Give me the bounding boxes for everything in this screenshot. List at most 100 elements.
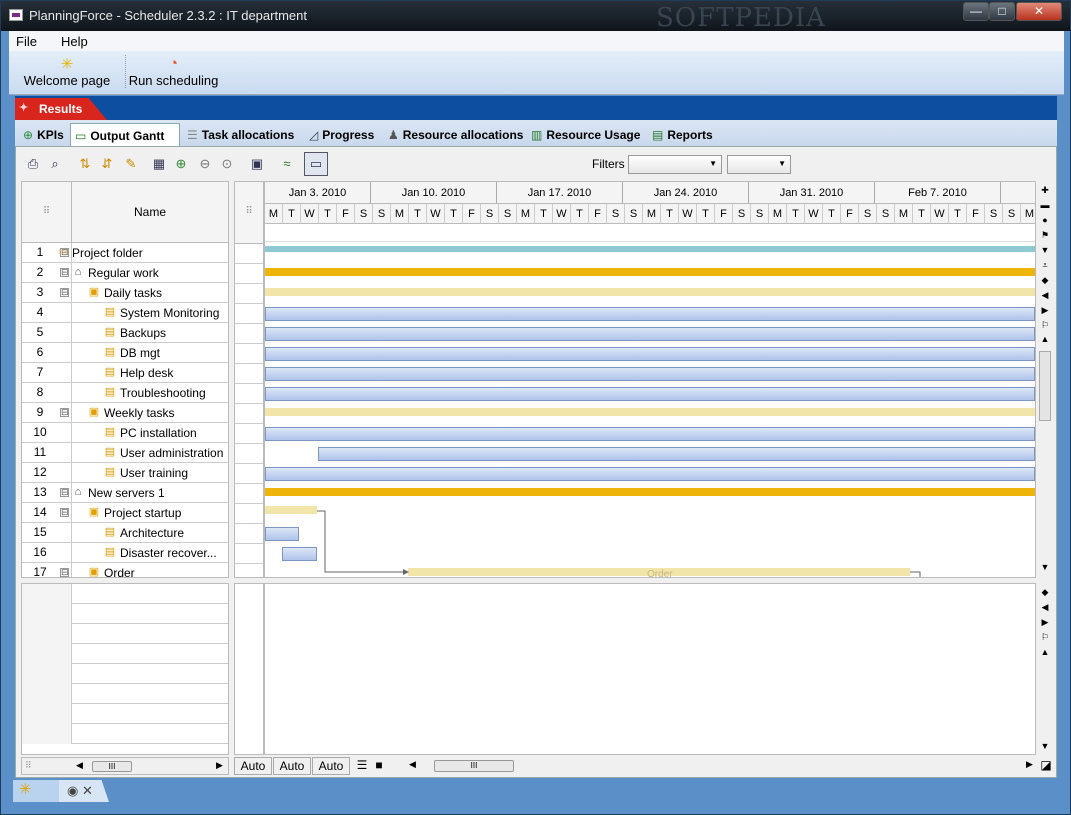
zoom-plus-icon[interactable]: ✚ xyxy=(1039,184,1051,196)
table-row[interactable]: 16 ▤ Disaster recover... xyxy=(22,543,228,563)
arrow-left-icon[interactable]: ◀ xyxy=(1039,601,1051,613)
maximize-button[interactable]: □ xyxy=(989,2,1015,21)
wand-icon[interactable]: ✎ xyxy=(122,155,140,173)
zoom-in-icon[interactable]: ⊕ xyxy=(172,155,190,173)
dot-icon[interactable]: ● xyxy=(1039,214,1051,226)
close-tab-icon[interactable]: ✕ xyxy=(82,783,93,798)
gantt-bar[interactable] xyxy=(265,246,1035,252)
scroll-up-icon[interactable]: ▲ xyxy=(1039,333,1051,345)
table-row[interactable]: 1 ⊟ ▭ Project folder xyxy=(22,243,228,263)
tab-output-gantt[interactable]: ▭ Output Gantt xyxy=(70,123,180,146)
gantt-bar[interactable] xyxy=(265,506,317,514)
filter-select-2[interactable] xyxy=(727,155,791,174)
table-row[interactable]: 17 ⊟ ▣ Order xyxy=(22,563,228,577)
gantt-bar[interactable] xyxy=(265,488,1035,496)
gantt-bar[interactable] xyxy=(265,427,1035,441)
tab-reports[interactable]: ▤ Reports xyxy=(652,123,713,146)
print-preview-icon[interactable]: ⌕ xyxy=(46,155,64,173)
gantt-view-icon[interactable]: ▭ xyxy=(304,152,328,176)
welcome-tab-icon[interactable]: ✳ xyxy=(13,780,59,802)
gantt-bar[interactable] xyxy=(318,447,1035,461)
table-row[interactable]: 6 ▤ DB mgt xyxy=(22,343,228,363)
scroll-both-icon[interactable]: ◆ xyxy=(1039,274,1051,286)
filter-select-1[interactable] xyxy=(628,155,722,174)
table-row[interactable]: 12 ▤ User training xyxy=(22,463,228,483)
welcome-page-button[interactable]: ✳ Welcome page xyxy=(21,55,113,88)
table-row[interactable]: 9 ⊟ ▣ Weekly tasks xyxy=(22,403,228,423)
collapse-toggle-icon[interactable]: ⊟ xyxy=(60,268,69,277)
sort-desc-icon[interactable]: ⇵ xyxy=(98,155,116,173)
link-icon[interactable]: ≈ xyxy=(278,155,296,173)
tab-resource-usage[interactable]: ▥ Resource Usage xyxy=(531,123,640,146)
menu-help[interactable]: Help xyxy=(61,34,88,49)
collapse-toggle-icon[interactable]: ⊟ xyxy=(60,488,69,497)
gantt-bar[interactable] xyxy=(265,307,1035,321)
bottom-chart[interactable] xyxy=(264,583,1036,755)
gantt-bar[interactable] xyxy=(282,547,317,561)
scroll-down-icon[interactable]: ▼ xyxy=(1039,561,1051,573)
tab-resource-allocations[interactable]: ♟ Resource allocations xyxy=(388,123,523,146)
bookmark-icon[interactable]: ⚐ xyxy=(1039,319,1051,331)
document-tab[interactable]: ◉ ✕ xyxy=(59,780,109,802)
collapse-toggle-icon[interactable]: ⊟ xyxy=(60,288,69,297)
gantt-bar[interactable] xyxy=(265,268,1035,276)
stop-icon[interactable]: ■ xyxy=(371,757,387,775)
scroll-up-icon[interactable]: ▲ xyxy=(1039,646,1051,658)
export-image-icon[interactable]: ▣ xyxy=(248,155,266,173)
gantt-bar[interactable] xyxy=(265,367,1035,381)
table-row[interactable]: 8 ▤ Troubleshooting xyxy=(22,383,228,403)
grip-icon[interactable]: ⠿ xyxy=(22,182,72,242)
table-row[interactable]: 3 ⊟ ▣ Daily tasks xyxy=(22,283,228,303)
grip-icon[interactable]: ⠿ xyxy=(235,182,263,244)
menu-file[interactable]: File xyxy=(16,34,37,49)
table-row[interactable]: 10 ▤ PC installation xyxy=(22,423,228,443)
arrow-right-icon[interactable]: ▶ xyxy=(1039,304,1051,316)
table-row[interactable]: 13 ⊟ ⌂ New servers 1 xyxy=(22,483,228,503)
chart-horizontal-scrollbar[interactable]: ◀ III ▶ xyxy=(406,757,1051,775)
scroll-left-icon[interactable]: ◀ xyxy=(409,759,416,770)
gantt-bar[interactable] xyxy=(265,527,299,541)
table-row[interactable]: 2 ⊟ ⌂ Regular work xyxy=(22,263,228,283)
minimize-button[interactable]: — xyxy=(963,2,989,21)
name-column-header[interactable]: Name xyxy=(72,182,228,242)
run-scheduling-button[interactable]: ◔ Run scheduling xyxy=(125,55,221,88)
arrow-left-icon[interactable]: ◀ xyxy=(1039,289,1051,301)
gantt-chart[interactable]: Jan 3. 2010 Jan 10. 2010 Jan 17. 2010 Jan 2… xyxy=(264,181,1036,578)
flag-icon[interactable]: ⚑ xyxy=(1039,229,1051,241)
gantt-bar[interactable] xyxy=(265,387,1035,401)
gantt-bar[interactable] xyxy=(265,347,1035,361)
gantt-bar[interactable] xyxy=(265,408,1035,416)
print-icon[interactable]: ⎙ xyxy=(24,155,42,173)
tab-kpis[interactable]: ⊕ KPIs xyxy=(23,123,64,146)
gantt-bar[interactable] xyxy=(265,467,1035,481)
table-row[interactable]: 14 ⊟ ▣ Project startup xyxy=(22,503,228,523)
scroll-thumb[interactable]: III xyxy=(434,760,514,772)
gantt-bar[interactable] xyxy=(265,327,1035,341)
zoom-minus-icon[interactable]: ▬ xyxy=(1039,199,1051,211)
table-row[interactable]: 11 ▤ User administration xyxy=(22,443,228,463)
gantt-bar[interactable] xyxy=(265,288,1035,296)
table-row[interactable]: 5 ▤ Backups xyxy=(22,323,228,343)
vertical-scroll-thumb[interactable] xyxy=(1039,351,1051,421)
zoom-fit-icon[interactable]: ⊙ xyxy=(218,155,236,173)
scroll-left-icon[interactable]: ◀ xyxy=(76,760,83,771)
filter-icon[interactable]: ▼ xyxy=(1039,244,1051,256)
collapse-toggle-icon[interactable]: ⊟ xyxy=(60,508,69,517)
table-row[interactable]: 4 ▤ System Monitoring xyxy=(22,303,228,323)
sort-asc-icon[interactable]: ⇅ xyxy=(76,155,94,173)
zoom-out-icon[interactable]: ⊖ xyxy=(196,155,214,173)
scroll-both-icon[interactable]: ◆ xyxy=(1039,586,1051,598)
list-view-icon[interactable]: ☰ xyxy=(354,757,370,775)
results-tab[interactable]: ✦ Results xyxy=(15,98,107,120)
left-horizontal-scrollbar[interactable]: ⠿ ◀ III ▶ xyxy=(21,757,229,775)
table-row[interactable]: 7 ▤ Help desk xyxy=(22,363,228,383)
tab-progress[interactable]: ◿ Progress xyxy=(309,123,374,146)
calendar-icon[interactable]: ▦ xyxy=(150,155,168,173)
bookmark-icon[interactable]: ⚐ xyxy=(1039,631,1051,643)
auto-button-2[interactable]: Auto xyxy=(273,757,311,775)
scroll-right-icon[interactable]: ▶ xyxy=(216,760,223,771)
scroll-right-icon[interactable]: ▶ xyxy=(1026,759,1033,770)
collapse-toggle-icon[interactable]: ⊟ xyxy=(60,568,69,577)
close-button[interactable]: ✕ xyxy=(1016,2,1062,21)
scroll-thumb[interactable]: III xyxy=(92,761,132,772)
